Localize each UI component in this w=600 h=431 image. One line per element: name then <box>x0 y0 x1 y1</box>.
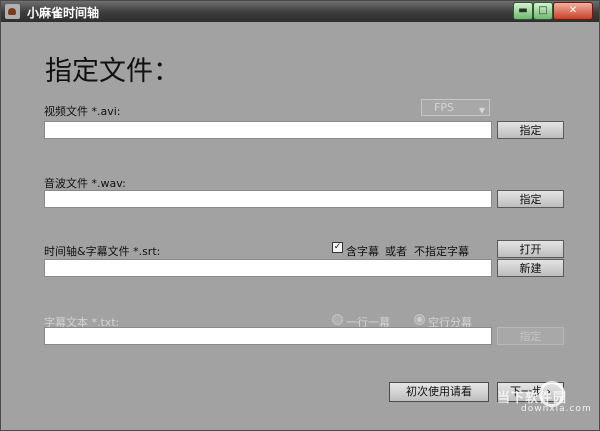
open-button[interactable]: 打开 <box>497 240 564 258</box>
audio-file-label: 音波文件 *.wav: <box>44 177 126 190</box>
audio-specify-button[interactable]: 指定 <box>497 190 564 208</box>
or-label: 或者 <box>385 245 407 258</box>
first-use-button[interactable]: 初次使用请看 <box>389 382 489 402</box>
text-file-input[interactable] <box>44 327 492 345</box>
video-file-label: 视频文件 *.avi: <box>44 105 121 118</box>
subtitle-file-input[interactable] <box>44 259 492 277</box>
chevron-down-icon: ▼ <box>478 106 485 115</box>
fps-dropdown[interactable]: FPS ▼ <box>421 99 490 116</box>
close-button[interactable]: ✕ <box>553 2 593 20</box>
page-title: 指定文件： <box>45 56 180 87</box>
maximize-button[interactable]: □ <box>533 2 553 20</box>
video-specify-button[interactable]: 指定 <box>497 121 564 139</box>
include-subtitle-checkbox[interactable]: ✓ <box>332 242 343 253</box>
no-subtitle-label: 不指定字幕 <box>414 245 469 258</box>
new-button[interactable]: 新建 <box>497 259 564 277</box>
blank-line-radio[interactable] <box>414 314 425 325</box>
include-subtitle-label: 含字幕 <box>346 245 379 258</box>
app-window: 小麻雀时间轴 ▬ □ ✕ 指定文件： 视频文件 *.avi: FPS ▼ 指定 … <box>0 0 600 431</box>
watermark-url: downxia.com <box>521 404 592 414</box>
minimize-button[interactable]: ▬ <box>513 2 533 20</box>
window-title: 小麻雀时间轴 <box>27 6 100 20</box>
fps-selected-value: FPS <box>434 101 454 114</box>
app-logo-icon <box>5 4 20 19</box>
audio-file-input[interactable] <box>44 190 492 208</box>
title-bar[interactable]: 小麻雀时间轴 ▬ □ ✕ <box>1 1 599 22</box>
subtitle-file-label: 时间轴&字幕文件 *.srt: <box>44 245 161 258</box>
text-specify-button[interactable]: 指定 <box>497 327 564 345</box>
one-line-radio[interactable] <box>332 314 343 325</box>
video-file-input[interactable] <box>44 121 492 139</box>
